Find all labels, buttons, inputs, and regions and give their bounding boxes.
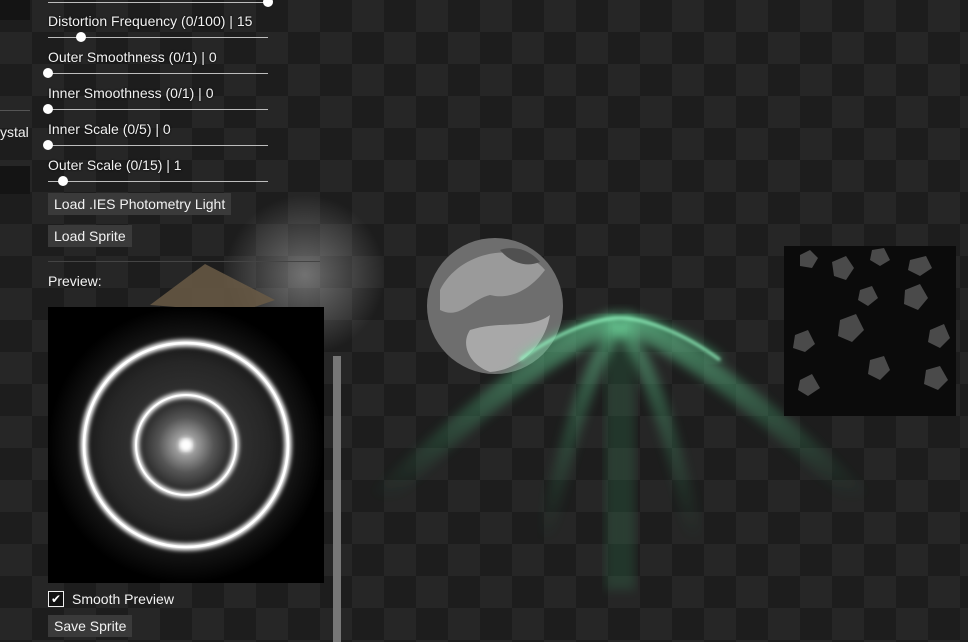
outer-smoothness-slider[interactable] xyxy=(43,68,268,78)
left-panel-partial: ystal xyxy=(0,0,30,642)
load-ies-button[interactable]: Load .IES Photometry Light xyxy=(48,193,232,215)
inner-smoothness-label: Inner Smoothness (0/1) | 0 xyxy=(48,85,214,101)
preview-label: Preview: xyxy=(48,273,102,289)
outer-scale-slider[interactable] xyxy=(48,176,268,186)
section-divider xyxy=(48,261,320,262)
partial-item-label[interactable]: ystal xyxy=(0,124,29,140)
sprite-preview xyxy=(48,307,324,583)
load-sprite-button[interactable]: Load Sprite xyxy=(48,225,132,247)
slider-handle[interactable] xyxy=(43,68,53,78)
partial-input[interactable] xyxy=(0,166,30,194)
distortion-frequency-slider[interactable] xyxy=(48,32,268,42)
save-sprite-button[interactable]: Save Sprite xyxy=(48,615,133,637)
outer-scale-label: Outer Scale (0/15) | 1 xyxy=(48,157,182,173)
smooth-preview-label[interactable]: Smooth Preview xyxy=(72,591,174,607)
slider-handle[interactable] xyxy=(43,140,53,150)
top-slider-track[interactable] xyxy=(48,0,273,7)
texture-image xyxy=(784,246,956,416)
slider-handle[interactable] xyxy=(58,176,68,186)
outer-smoothness-label: Outer Smoothness (0/1) | 0 xyxy=(48,49,217,65)
inner-smoothness-slider[interactable] xyxy=(43,104,268,114)
smooth-preview-checkbox[interactable]: ✔ xyxy=(48,591,64,607)
inner-scale-slider[interactable] xyxy=(43,140,268,150)
panel-scrollbar[interactable] xyxy=(333,356,341,642)
slider-handle[interactable] xyxy=(43,104,53,114)
inner-scale-label: Inner Scale (0/5) | 0 xyxy=(48,121,171,137)
distortion-frequency-label: Distortion Frequency (0/100) | 15 xyxy=(48,13,253,29)
slider-handle[interactable] xyxy=(76,32,86,42)
